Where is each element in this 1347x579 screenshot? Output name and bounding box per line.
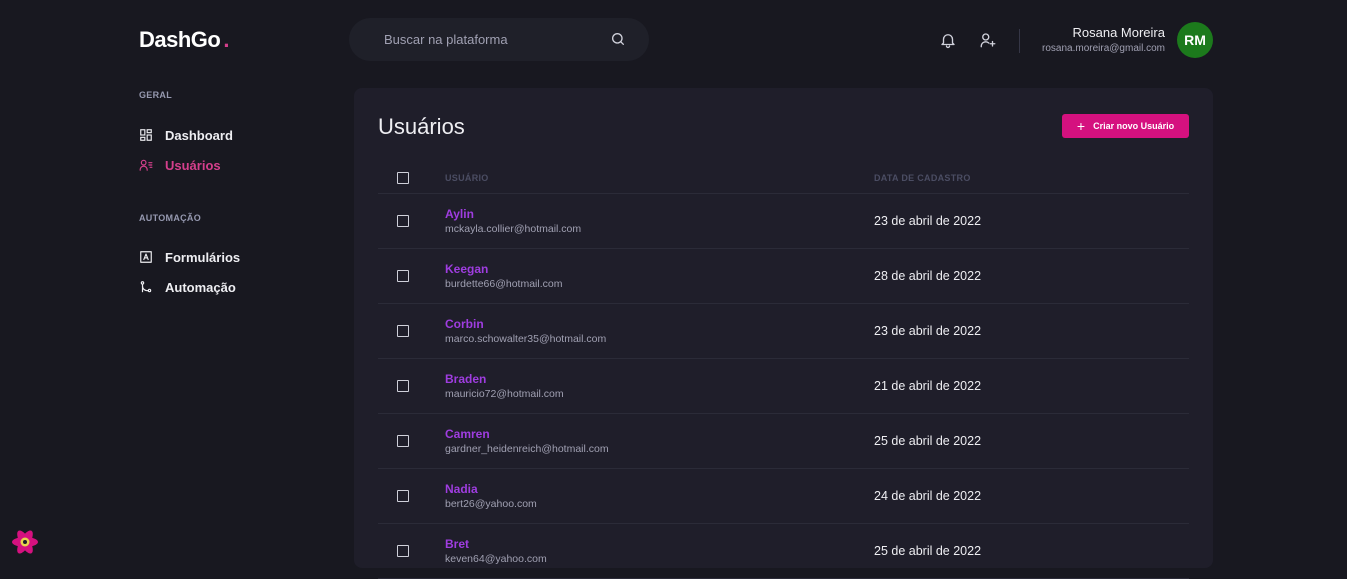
column-header-date: DATA DE CADASTRO: [874, 173, 971, 183]
user-name[interactable]: Nadia: [445, 482, 478, 496]
user-name[interactable]: Keegan: [445, 262, 488, 276]
row-checkbox[interactable]: [397, 215, 409, 227]
dashboard-icon: [140, 129, 152, 141]
user-email: mauricio72@hotmail.com: [445, 388, 564, 400]
user-plus-icon[interactable]: [979, 31, 997, 49]
row-checkbox[interactable]: [397, 435, 409, 447]
table-row: Corbin marco.schowalter35@hotmail.com 23…: [378, 304, 1189, 359]
logo: DashGo.: [139, 27, 229, 53]
users-icon: [139, 159, 153, 171]
create-user-button[interactable]: + Criar novo Usuário: [1062, 114, 1189, 138]
profile-name: Rosana Moreira: [1072, 25, 1166, 40]
logo-text: DashGo: [139, 27, 221, 52]
user-email: bert26@yahoo.com: [445, 498, 537, 510]
search-bar[interactable]: [349, 18, 649, 61]
header: DashGo. Rosana Moreira rosana.moreira@gm…: [0, 0, 1347, 80]
user-date: 25 de abril de 2022: [874, 434, 982, 448]
column-header-user: USUÁRIO: [445, 173, 489, 183]
sidebar-section-geral: GERAL: [139, 90, 172, 100]
sidebar-item-label: Dashboard: [165, 127, 233, 143]
sidebar-item-label: Automação: [165, 279, 236, 295]
table-row: Aylin mckayla.collier@hotmail.com 23 de …: [378, 194, 1189, 249]
user-date: 23 de abril de 2022: [874, 324, 982, 338]
user-name[interactable]: Corbin: [445, 317, 484, 331]
table-header: USUÁRIO DATA DE CADASTRO: [378, 164, 1189, 194]
sidebar-item-dashboard[interactable]: Dashboard: [139, 125, 233, 145]
form-icon: [140, 251, 152, 263]
react-devtools-icon[interactable]: [10, 528, 40, 556]
table-row: Keegan burdette66@hotmail.com 28 de abri…: [378, 249, 1189, 304]
user-date: 28 de abril de 2022: [874, 269, 982, 283]
sidebar-item-label: Formulários: [165, 249, 241, 265]
user-email: burdette66@hotmail.com: [445, 278, 563, 290]
users-panel: Usuários + Criar novo Usuário USUÁRIO DA…: [354, 88, 1213, 579]
profile-email: rosana.moreira@gmail.com: [1042, 43, 1165, 54]
user-name[interactable]: Braden: [445, 372, 486, 386]
table-row: Camren gardner_heidenreich@hotmail.com 2…: [378, 414, 1189, 469]
row-checkbox[interactable]: [397, 545, 409, 557]
create-user-label: Criar novo Usuário: [1093, 121, 1175, 131]
user-name[interactable]: Aylin: [445, 207, 474, 221]
row-checkbox[interactable]: [397, 490, 409, 502]
user-name[interactable]: Bret: [445, 537, 469, 551]
search-icon[interactable]: [610, 31, 626, 47]
table-row: Bret keven64@yahoo.com 25 de abril de 20…: [378, 524, 1189, 579]
user-date: 24 de abril de 2022: [874, 489, 982, 503]
avatar[interactable]: RM: [1177, 22, 1213, 58]
git-merge-icon: [140, 281, 152, 293]
user-date: 21 de abril de 2022: [874, 379, 982, 393]
page-title: Usuários: [378, 114, 465, 139]
logo-dot: .: [223, 27, 229, 52]
select-all-checkbox[interactable]: [397, 172, 409, 184]
user-email: gardner_heidenreich@hotmail.com: [445, 443, 609, 455]
user-email: keven64@yahoo.com: [445, 553, 547, 565]
header-divider: [1019, 29, 1020, 53]
sidebar-item-usuarios[interactable]: Usuários: [139, 155, 221, 175]
user-email: marco.schowalter35@hotmail.com: [445, 333, 607, 345]
sidebar-section-automacao: AUTOMAÇÃO: [139, 213, 202, 223]
user-date: 25 de abril de 2022: [874, 544, 982, 558]
sidebar-item-label: Usuários: [165, 157, 221, 173]
row-checkbox[interactable]: [397, 380, 409, 392]
user-date: 23 de abril de 2022: [874, 214, 982, 228]
search-input[interactable]: [384, 18, 604, 61]
table-row: Braden mauricio72@hotmail.com 21 de abri…: [378, 359, 1189, 414]
sidebar-item-automacao[interactable]: Automação: [139, 277, 236, 297]
user-name[interactable]: Camren: [445, 427, 490, 441]
table-row: Nadia bert26@yahoo.com 24 de abril de 20…: [378, 469, 1189, 524]
bell-icon[interactable]: [939, 31, 957, 49]
plus-icon: +: [1076, 118, 1086, 134]
row-checkbox[interactable]: [397, 325, 409, 337]
row-checkbox[interactable]: [397, 270, 409, 282]
sidebar-item-formularios[interactable]: Formulários: [139, 247, 240, 267]
user-email: mckayla.collier@hotmail.com: [445, 223, 582, 235]
